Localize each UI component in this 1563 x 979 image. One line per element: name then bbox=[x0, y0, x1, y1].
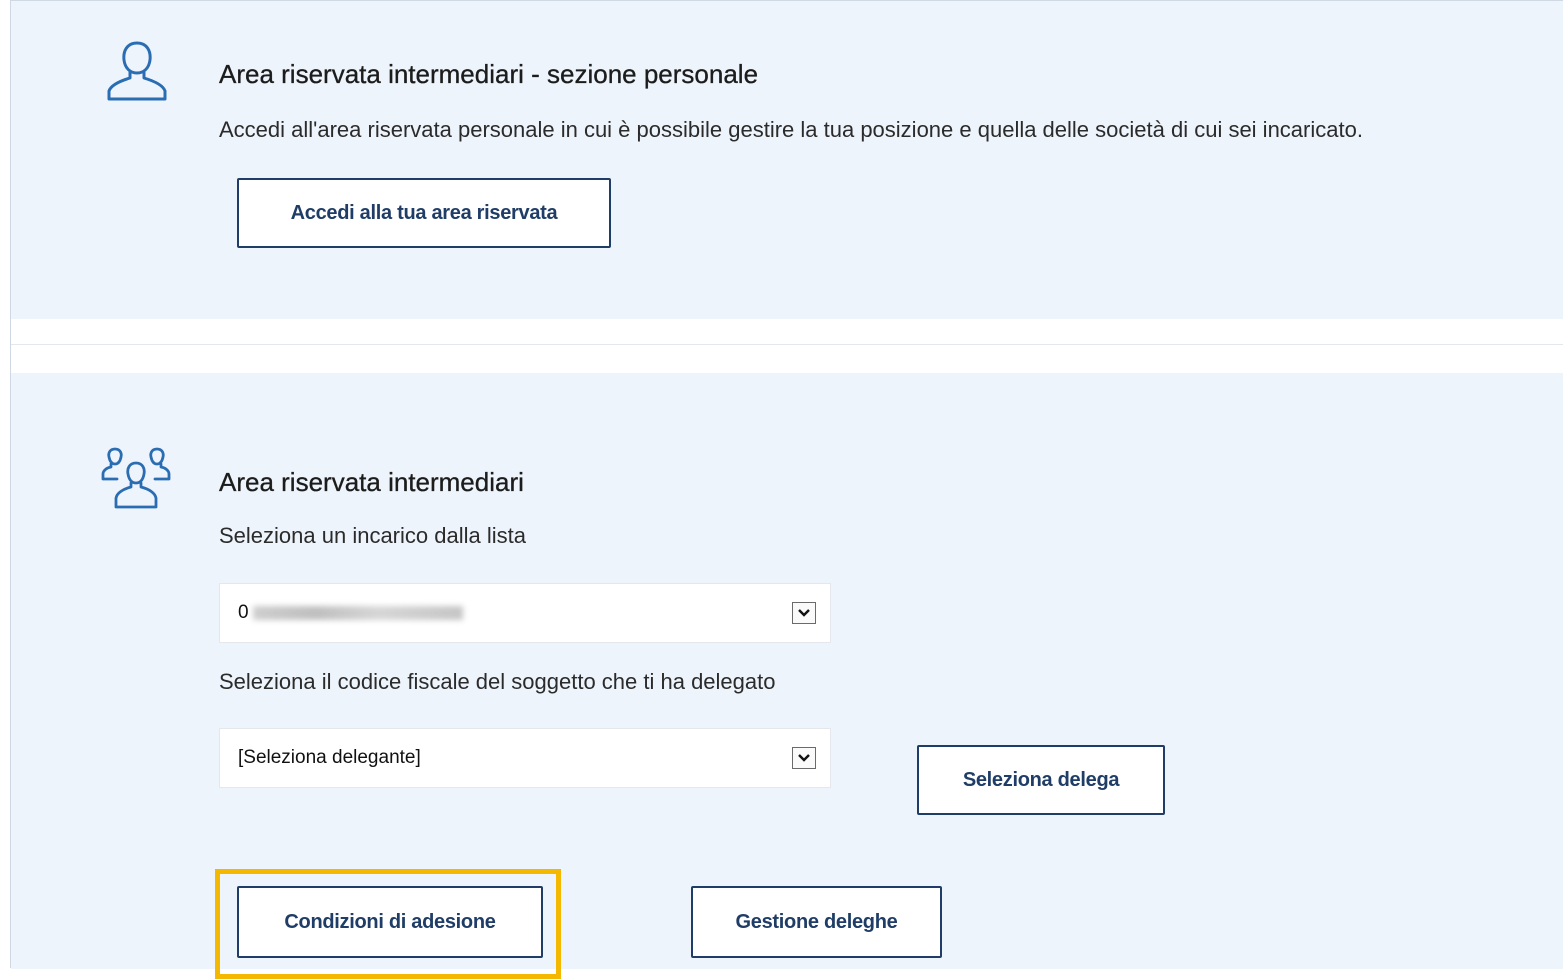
incarico-label: Seleziona un incarico dalla lista bbox=[219, 523, 526, 548]
seleziona-delega-button[interactable]: Seleziona delega bbox=[917, 745, 1165, 815]
chevron-down-icon[interactable] bbox=[792, 602, 816, 624]
main-frame: Area riservata intermediari - sezione pe… bbox=[10, 0, 1563, 979]
delegante-value: [Seleziona delegante] bbox=[238, 747, 421, 768]
delegante-select[interactable]: [Seleziona delegante] bbox=[219, 728, 831, 788]
condizioni-adesione-button[interactable]: Condizioni di adesione bbox=[237, 886, 543, 958]
intermediari-title: Area riservata intermediari bbox=[219, 467, 524, 497]
users-group-icon bbox=[101, 443, 171, 513]
gestione-deleghe-button[interactable]: Gestione deleghe bbox=[691, 886, 942, 958]
delegante-label: Seleziona il codice fiscale del soggetto… bbox=[219, 669, 776, 694]
divider bbox=[11, 344, 1563, 345]
access-area-button[interactable]: Accedi alla tua area riservata bbox=[237, 178, 611, 248]
user-icon bbox=[105, 39, 169, 103]
incarico-value: 0 bbox=[238, 602, 249, 623]
personal-description: Accedi all'area riservata personale in c… bbox=[219, 117, 1363, 142]
personal-title: Area riservata intermediari - sezione pe… bbox=[219, 59, 759, 89]
chevron-down-icon[interactable] bbox=[792, 747, 816, 769]
intermediari-section: Area riservata intermediari Seleziona un… bbox=[11, 373, 1563, 979]
redacted-value bbox=[252, 606, 463, 620]
incarico-select[interactable]: 0 bbox=[219, 583, 831, 643]
personal-section: Area riservata intermediari - sezione pe… bbox=[11, 1, 1563, 319]
